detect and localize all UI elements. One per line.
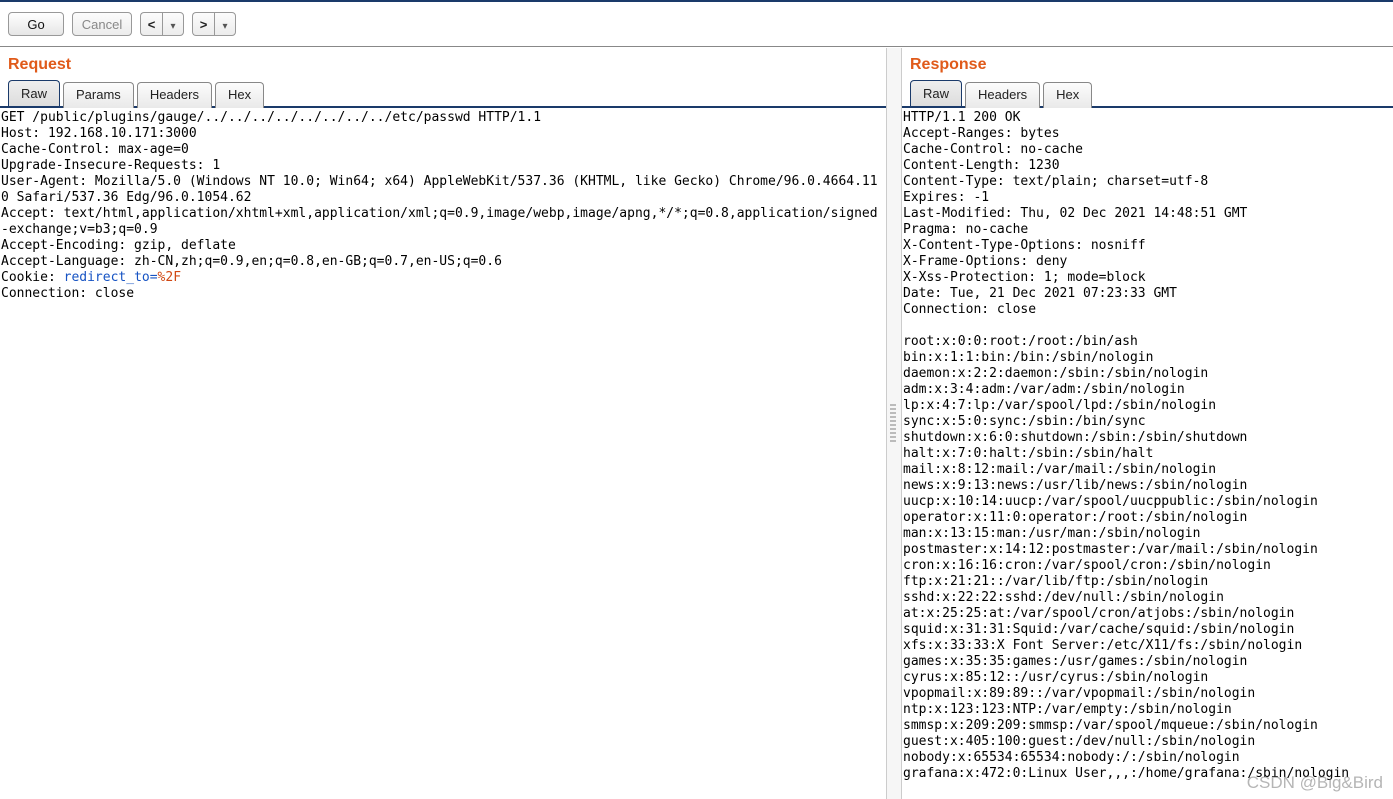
toolbar: Go Cancel <box>0 2 1393 47</box>
request-title: Request <box>0 48 886 80</box>
panes: Request Raw Params Headers Hex GET /publ… <box>0 48 1393 799</box>
back-button-group <box>140 12 184 36</box>
cancel-button[interactable]: Cancel <box>72 12 132 36</box>
chevron-down-icon <box>222 17 227 32</box>
tab-request-raw[interactable]: Raw <box>8 80 60 106</box>
go-button[interactable]: Go <box>8 12 64 36</box>
tab-response-headers[interactable]: Headers <box>965 82 1040 108</box>
tab-request-headers[interactable]: Headers <box>137 82 212 108</box>
response-pane: Response Raw Headers Hex HTTP/1.1 200 OK… <box>902 48 1393 799</box>
back-button[interactable] <box>140 12 162 36</box>
arrow-left-icon <box>148 17 156 32</box>
forward-dropdown-button[interactable] <box>214 12 236 36</box>
response-tabstrip: Raw Headers Hex <box>902 80 1393 108</box>
tab-response-raw[interactable]: Raw <box>910 80 962 106</box>
chevron-down-icon <box>170 17 175 32</box>
forward-button-group <box>192 12 236 36</box>
request-tabstrip: Raw Params Headers Hex <box>0 80 886 108</box>
pane-divider[interactable] <box>886 48 902 799</box>
arrow-right-icon <box>200 17 208 32</box>
request-pane: Request Raw Params Headers Hex GET /publ… <box>0 48 886 799</box>
request-content-wrap: GET /public/plugins/gauge/../../../../..… <box>0 108 886 799</box>
response-raw-viewer[interactable]: HTTP/1.1 200 OK Accept-Ranges: bytes Cac… <box>902 108 1393 799</box>
tab-response-hex[interactable]: Hex <box>1043 82 1092 108</box>
back-dropdown-button[interactable] <box>162 12 184 36</box>
response-content-wrap: HTTP/1.1 200 OK Accept-Ranges: bytes Cac… <box>902 108 1393 799</box>
forward-button[interactable] <box>192 12 214 36</box>
response-title: Response <box>902 48 1393 80</box>
tab-request-params[interactable]: Params <box>63 82 134 108</box>
request-raw-editor[interactable]: GET /public/plugins/gauge/../../../../..… <box>0 108 886 799</box>
tab-request-hex[interactable]: Hex <box>215 82 264 108</box>
